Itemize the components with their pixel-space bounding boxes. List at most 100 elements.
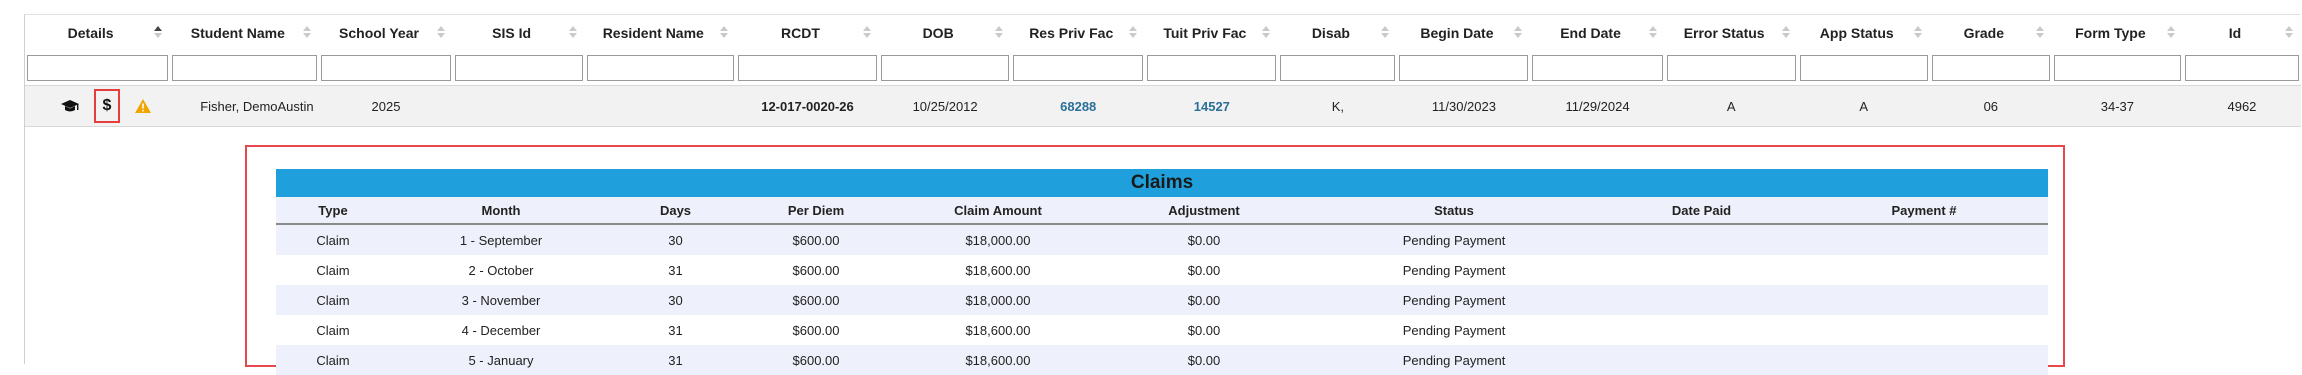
- students-grid: Details Student Name School Year SIS Id …: [24, 14, 2301, 375]
- filter-input-resident-name[interactable]: [586, 55, 734, 81]
- sort-icon: [568, 26, 577, 38]
- col-header-error-status[interactable]: Error Status: [1665, 15, 1798, 51]
- claim-date-paid: [1603, 345, 1800, 375]
- filter-input-id[interactable]: [2184, 55, 2299, 81]
- filter-input-begin-date[interactable]: [1399, 55, 1529, 81]
- app-status-cell: A: [1797, 85, 1930, 127]
- resident-name-cell: [584, 85, 736, 127]
- col-header-tuit-priv-fac[interactable]: Tuit Priv Fac: [1145, 15, 1278, 51]
- claim-type: Claim: [276, 255, 390, 285]
- claim-date-paid: [1603, 255, 1800, 285]
- claims-row: Claim 3 - November 30 $600.00 $18,000.00…: [276, 285, 2048, 315]
- claim-month: 4 - December: [390, 315, 612, 345]
- filter-input-form-type[interactable]: [2053, 55, 2181, 81]
- claim-adjustment: $0.00: [1103, 345, 1305, 375]
- school-year-cell: 2025: [319, 85, 453, 127]
- warning-icon[interactable]: [134, 98, 152, 114]
- filter-input-school-year[interactable]: [321, 55, 451, 81]
- claim-month: 3 - November: [390, 285, 612, 315]
- col-header-dob[interactable]: DOB: [879, 15, 1011, 51]
- claim-status: Pending Payment: [1305, 315, 1603, 345]
- claims-col-type: Type: [276, 197, 390, 225]
- dob-cell: 10/25/2012: [879, 85, 1012, 127]
- col-header-resident-name[interactable]: Resident Name: [585, 15, 736, 51]
- claim-days: 30: [612, 224, 739, 255]
- header-row: Details Student Name School Year SIS Id …: [25, 15, 2301, 51]
- claims-col-status: Status: [1305, 197, 1603, 225]
- sort-icon: [303, 26, 312, 38]
- filter-input-tuit-priv-fac[interactable]: [1147, 55, 1277, 81]
- claims-row: Claim 2 - October 31 $600.00 $18,600.00 …: [276, 255, 2048, 285]
- id-cell: 4962: [2182, 85, 2301, 127]
- col-header-school-year[interactable]: School Year: [319, 15, 452, 51]
- claim-days: 31: [612, 345, 739, 375]
- claim-status: Pending Payment: [1305, 345, 1603, 375]
- form-type-cell: 34-37: [2051, 85, 2183, 127]
- sort-icon: [2035, 26, 2044, 38]
- claims-col-month: Month: [390, 197, 612, 225]
- col-header-end-date[interactable]: End Date: [1530, 15, 1664, 51]
- page: Details Student Name School Year SIS Id …: [0, 0, 2302, 375]
- filter-input-error-status[interactable]: [1666, 55, 1796, 81]
- sis-id-cell: [452, 85, 585, 127]
- filter-input-disab[interactable]: [1280, 55, 1396, 81]
- claim-date-paid: [1603, 285, 1800, 315]
- end-date-cell: 11/29/2024: [1530, 85, 1665, 127]
- sort-icon: [1381, 26, 1390, 38]
- claim-type: Claim: [276, 285, 390, 315]
- claims-col-claim-amount: Claim Amount: [893, 197, 1103, 225]
- filter-input-grade[interactable]: [1931, 55, 2050, 81]
- claim-payment-number: [1800, 255, 2048, 285]
- table-row[interactable]: $ Fisher, DemoAustin 2025 12-017-0020-26…: [25, 85, 2301, 127]
- claim-payment-number: [1800, 285, 2048, 315]
- claims-header-row: Type Month Days Per Diem Claim Amount Ad…: [276, 197, 2048, 225]
- filter-input-app-status[interactable]: [1799, 55, 1928, 81]
- claim-type: Claim: [276, 315, 390, 345]
- col-header-grade[interactable]: Grade: [1930, 15, 2052, 51]
- sort-icon: [719, 26, 728, 38]
- sort-icon: [995, 26, 1004, 38]
- claim-amount: $18,600.00: [893, 315, 1103, 345]
- sort-icon: [2285, 26, 2293, 38]
- col-header-begin-date[interactable]: Begin Date: [1397, 15, 1530, 51]
- col-header-id[interactable]: Id: [2183, 15, 2301, 51]
- filter-input-sis-id[interactable]: [454, 55, 583, 81]
- sort-icon: [1129, 26, 1138, 38]
- claim-type: Claim: [276, 345, 390, 375]
- claim-status: Pending Payment: [1305, 224, 1603, 255]
- filter-input-dob[interactable]: [881, 55, 1010, 81]
- col-header-form-type[interactable]: Form Type: [2052, 15, 2183, 51]
- claim-month: 5 - January: [390, 345, 612, 375]
- col-header-rcdt[interactable]: RCDT: [736, 15, 879, 51]
- claim-amount: $18,000.00: [893, 285, 1103, 315]
- filter-row: [25, 51, 2301, 86]
- tuit-priv-fac-link[interactable]: 14527: [1145, 85, 1279, 127]
- graduation-cap-icon[interactable]: [60, 98, 80, 114]
- col-header-disab[interactable]: Disab: [1278, 15, 1397, 51]
- col-header-sis-id[interactable]: SIS Id: [453, 15, 585, 51]
- claims-row: Claim 1 - September 30 $600.00 $18,000.0…: [276, 224, 2048, 255]
- filter-input-rcdt[interactable]: [737, 55, 878, 81]
- disab-cell: K,: [1278, 85, 1398, 127]
- claims-table: Type Month Days Per Diem Claim Amount Ad…: [276, 197, 2048, 375]
- filter-input-details[interactable]: [27, 55, 169, 81]
- col-header-details[interactable]: Details: [25, 15, 170, 51]
- dollar-icon[interactable]: $: [94, 89, 120, 123]
- col-header-res-priv-fac[interactable]: Res Priv Fac: [1011, 15, 1145, 51]
- students-table: Details Student Name School Year SIS Id …: [25, 15, 2301, 127]
- claim-month: 1 - September: [390, 224, 612, 255]
- col-header-app-status[interactable]: App Status: [1798, 15, 1930, 51]
- res-priv-fac-link[interactable]: 68288: [1011, 85, 1146, 127]
- filter-input-end-date[interactable]: [1532, 55, 1663, 81]
- claims-col-days: Days: [612, 197, 739, 225]
- col-header-student-name[interactable]: Student Name: [170, 15, 319, 51]
- claim-per-diem: $600.00: [739, 285, 893, 315]
- claims-col-adjustment: Adjustment: [1103, 197, 1305, 225]
- sort-icon: [1648, 26, 1657, 38]
- claims-row: Claim 4 - December 31 $600.00 $18,600.00…: [276, 315, 2048, 345]
- filter-input-student-name[interactable]: [172, 55, 318, 81]
- error-status-cell: A: [1664, 85, 1798, 127]
- claim-per-diem: $600.00: [739, 255, 893, 285]
- filter-input-res-priv-fac[interactable]: [1013, 55, 1144, 81]
- claim-amount: $18,600.00: [893, 345, 1103, 375]
